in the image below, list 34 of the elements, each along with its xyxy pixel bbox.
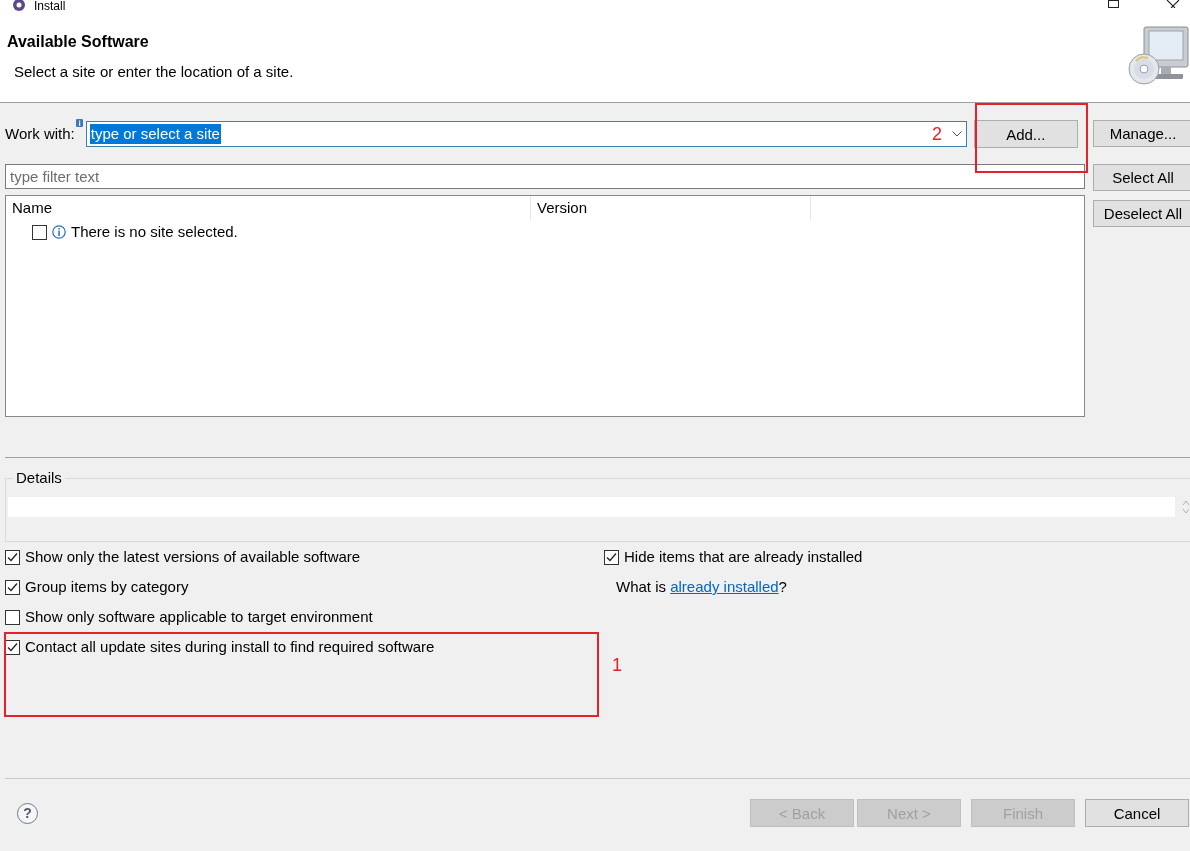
page-title: Available Software bbox=[7, 32, 150, 52]
already-installed-link[interactable]: already installed bbox=[670, 578, 779, 595]
checkbox[interactable] bbox=[5, 579, 20, 595]
window-title: Install bbox=[34, 0, 66, 13]
annotation-label: 2 bbox=[932, 124, 942, 144]
manage-button[interactable]: Manage... bbox=[1093, 120, 1190, 147]
checkbox[interactable] bbox=[604, 549, 619, 565]
close-icon[interactable] bbox=[1166, 0, 1180, 8]
chevron-down-icon[interactable] bbox=[951, 131, 962, 137]
info-icon bbox=[52, 225, 66, 239]
option-label: Group items by category bbox=[25, 577, 189, 597]
maximize-icon[interactable] bbox=[1108, 0, 1119, 8]
page-description: Select a site or enter the location of a site. bbox=[14, 62, 294, 82]
option-label: Hide items that are already installed bbox=[624, 547, 863, 567]
option-label: Show only software applicable to target environment bbox=[25, 607, 373, 627]
selection-button[interactable]: Deselect All bbox=[1093, 200, 1190, 227]
column-header[interactable]: Version bbox=[531, 196, 811, 220]
work-with-label: Work with: bbox=[5, 124, 75, 144]
checkbox[interactable] bbox=[5, 549, 20, 565]
installed-note: What is already installed? bbox=[616, 577, 787, 597]
filter-field[interactable]: type filter text bbox=[5, 164, 1085, 189]
info-icon bbox=[75, 119, 83, 127]
checkbox[interactable] bbox=[32, 224, 47, 240]
selection-button[interactable]: Select All bbox=[1093, 164, 1190, 191]
option-label: Contact all update sites during install to find required software bbox=[25, 637, 435, 657]
option-label: Show only the latest versions of available software bbox=[25, 547, 361, 567]
table-cell: There is no site selected. bbox=[71, 222, 238, 242]
column-header[interactable]: Name bbox=[6, 196, 531, 220]
wizard-button[interactable]: Cancel bbox=[1085, 799, 1189, 827]
details-label: Details bbox=[15, 469, 63, 487]
help-button[interactable]: ? bbox=[17, 802, 38, 824]
annotation-label: 1 bbox=[612, 655, 622, 675]
add-button[interactable]: Add... bbox=[973, 120, 1078, 148]
checkbox[interactable] bbox=[5, 609, 20, 625]
